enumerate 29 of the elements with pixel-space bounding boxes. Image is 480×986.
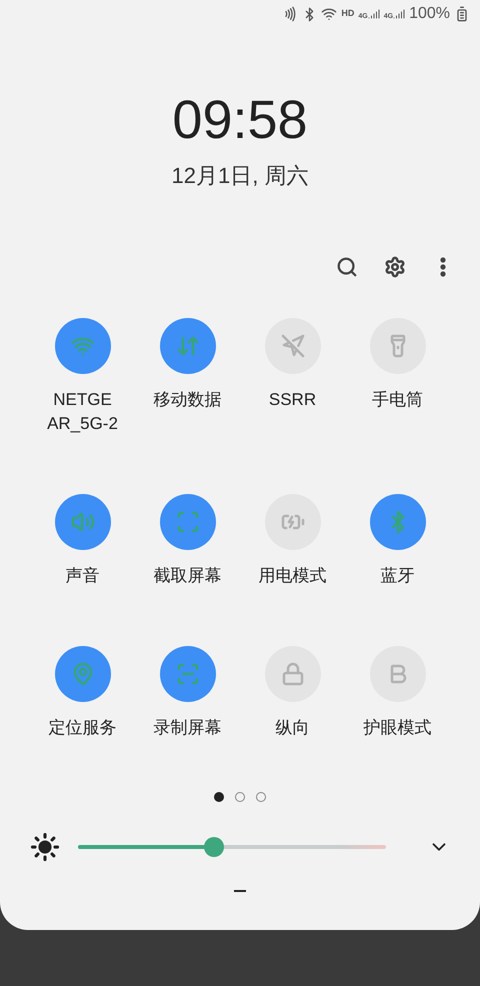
toggle-label: 移动数据 (152, 389, 222, 411)
search-button[interactable] (336, 256, 358, 278)
screen-record-icon (176, 662, 200, 686)
network-label: HD (341, 7, 354, 20)
brightness-icon (30, 832, 60, 862)
more-icon (440, 257, 446, 277)
wifi-icon (321, 6, 338, 22)
brightness-slider[interactable] (78, 837, 386, 857)
toggle-label: 定位服务 (48, 717, 118, 739)
toggle-label: NETGE AR_5G-2 (46, 389, 119, 435)
toggle-label: SSRR (268, 389, 318, 411)
speaker-icon (70, 510, 94, 534)
toggle-label: 录制屏幕 (152, 717, 222, 739)
toggle-label: 护眼模式 (362, 717, 432, 739)
screenshot-icon (176, 510, 200, 534)
settings-button[interactable] (384, 256, 406, 278)
clock-date: 12月1日, 周六 (172, 162, 308, 190)
toggle-label: 声音 (64, 565, 100, 587)
toggle-label: 用电模式 (258, 565, 328, 587)
clock-time: 09:58 (172, 89, 308, 152)
toggle-label: 蓝牙 (380, 565, 416, 587)
toggle-label: 纵向 (274, 717, 310, 739)
toggle-label: 手电筒 (371, 389, 424, 411)
lock-icon (280, 662, 304, 686)
battery-percent: 100% (409, 4, 450, 24)
drag-handle[interactable] (234, 890, 246, 892)
toggle-label: 截取屏幕 (152, 565, 222, 587)
arrows-icon (176, 334, 200, 358)
signal-icon (393, 8, 406, 20)
